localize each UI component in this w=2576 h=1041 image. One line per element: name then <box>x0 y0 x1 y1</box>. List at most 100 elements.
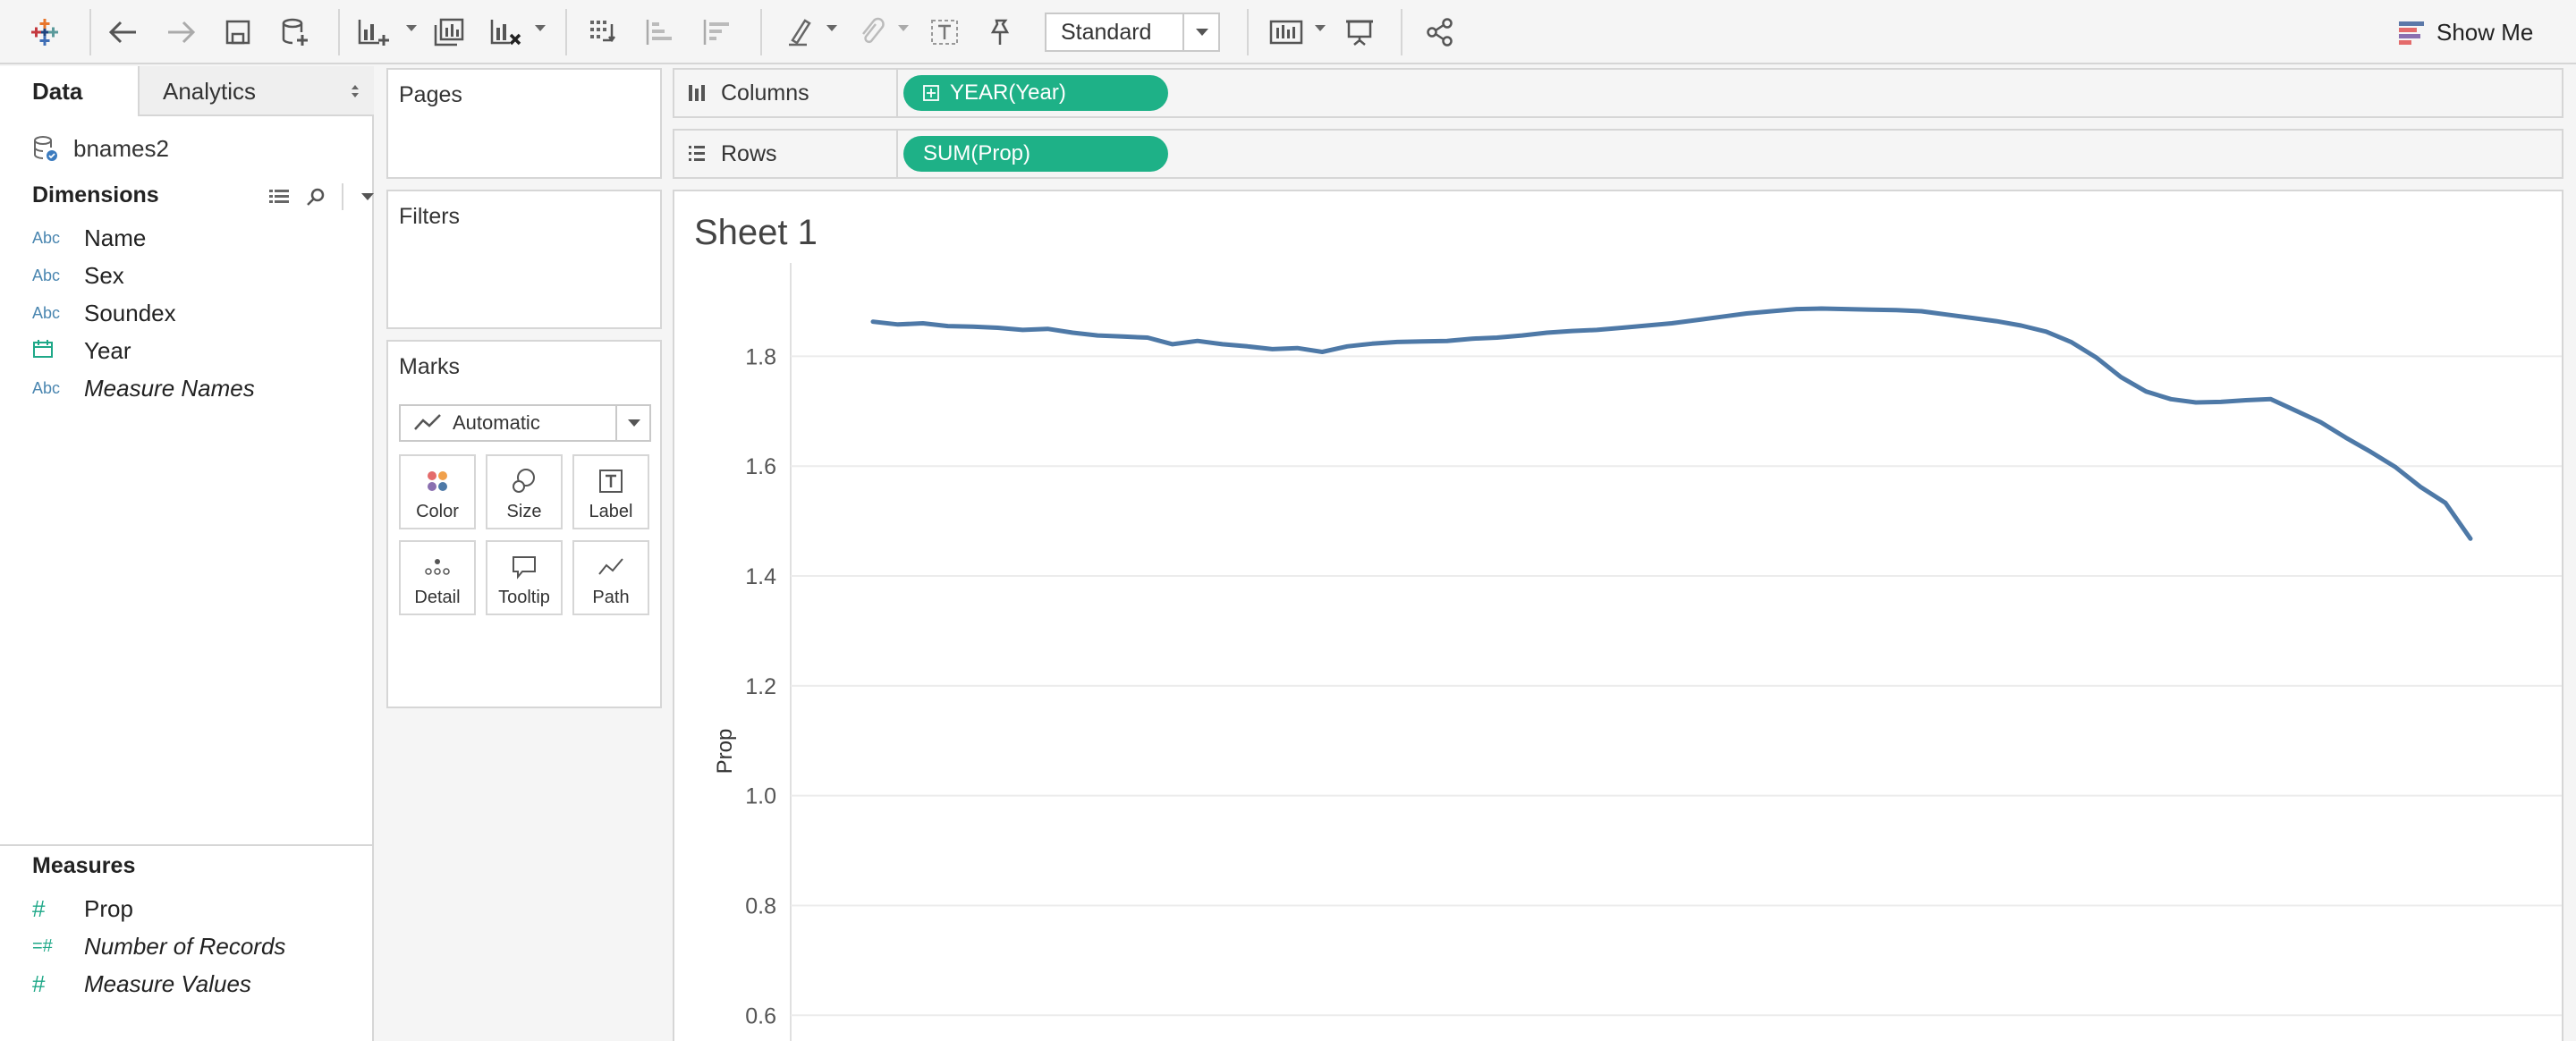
new-data-source-icon[interactable] <box>275 11 315 54</box>
filters-card-title: Filters <box>399 204 461 229</box>
pages-card[interactable]: Pages <box>386 68 662 179</box>
group-dropdown-icon[interactable] <box>898 25 909 31</box>
fix-axes-icon[interactable] <box>980 11 1020 54</box>
columns-pill-year[interactable]: YEAR(Year) <box>903 75 1168 111</box>
marks-path-label: Path <box>592 588 630 607</box>
tools-divider <box>342 183 343 210</box>
calculated-number-icon: =# <box>32 935 53 956</box>
mark-type-value: Automatic <box>453 411 540 434</box>
marks-tooltip-button[interactable]: Tooltip <box>486 540 563 615</box>
marks-label-label: Label <box>589 502 633 521</box>
dimensions-tools <box>268 181 376 213</box>
filters-card[interactable]: Filters <box>386 190 662 329</box>
number-type-icon: # <box>32 894 46 922</box>
columns-shelf-header: Columns <box>674 70 898 116</box>
dimension-field-soundex[interactable]: Abc Soundex <box>32 295 176 331</box>
group-members-icon[interactable] <box>852 11 891 54</box>
field-label: Soundex <box>84 299 176 326</box>
marks-size-label: Size <box>506 502 542 521</box>
y-tick-label: 1.2 <box>745 674 776 699</box>
field-label: Number of Records <box>84 932 286 960</box>
measure-field-prop[interactable]: # Prop <box>32 891 133 927</box>
measure-field-measure-values[interactable]: # Measure Values <box>32 966 251 1002</box>
marks-color-label: Color <box>416 502 459 521</box>
sort-ascending-icon[interactable] <box>640 11 680 54</box>
marks-detail-button[interactable]: Detail <box>399 540 476 615</box>
dimension-field-year[interactable]: Year <box>32 333 131 368</box>
show-cards-dropdown-icon[interactable] <box>1315 25 1326 31</box>
worksheet-view[interactable]: Sheet 1 0.6 0.8 1.0 1.2 1.4 1.6 1.8 Prop <box>673 190 2563 1041</box>
fit-select[interactable]: Standard <box>1045 13 1220 52</box>
string-type-icon: Abc <box>32 303 61 322</box>
measure-field-number-of-records[interactable]: =# Number of Records <box>32 928 285 964</box>
columns-shelf[interactable]: Columns YEAR(Year) <box>673 68 2563 118</box>
datasource-item[interactable]: bnames2 <box>32 129 169 168</box>
path-icon <box>574 551 648 583</box>
calendar-icon <box>32 339 84 363</box>
datasource-name: bnames2 <box>73 134 169 162</box>
redo-icon[interactable] <box>161 11 200 54</box>
highlight-dropdown-icon[interactable] <box>826 25 837 31</box>
new-worksheet-dropdown-icon[interactable] <box>406 25 417 31</box>
search-icon[interactable] <box>306 187 326 207</box>
highlight-icon[interactable] <box>780 11 819 54</box>
y-tick-label: 1.0 <box>745 784 776 809</box>
dimension-field-sex[interactable]: Abc Sex <box>32 258 124 293</box>
dimension-field-measure-names[interactable]: Abc Measure Names <box>32 370 255 406</box>
field-label: Measure Values <box>84 969 251 997</box>
color-icon <box>401 465 474 497</box>
toolbar: Standard Show Me <box>0 0 2576 64</box>
tab-analytics[interactable]: Analytics <box>140 66 374 116</box>
undo-icon[interactable] <box>104 11 143 54</box>
columns-icon <box>689 85 705 101</box>
show-me-label: Show Me <box>2436 18 2534 46</box>
field-label: Measure Names <box>84 374 255 402</box>
marks-tooltip-label: Tooltip <box>498 588 550 607</box>
show-cards-icon[interactable] <box>1267 11 1306 54</box>
presentation-mode-icon[interactable] <box>1340 11 1379 54</box>
duplicate-sheet-icon[interactable] <box>429 11 469 54</box>
number-type-icon: # <box>32 969 46 997</box>
marks-path-button[interactable]: Path <box>572 540 649 615</box>
swap-rows-columns-icon[interactable] <box>583 11 623 54</box>
expand-icon[interactable] <box>923 85 939 101</box>
rows-pill-prop[interactable]: SUM(Prop) <box>903 136 1168 172</box>
tableau-logo-icon[interactable] <box>21 11 68 54</box>
tab-data[interactable]: Data <box>0 66 140 116</box>
show-me-button[interactable]: Show Me <box>2397 13 2533 52</box>
show-mark-labels-icon[interactable] <box>925 11 964 54</box>
mark-type-dropdown-icon[interactable] <box>615 406 649 440</box>
fit-select-value: Standard <box>1061 20 1152 45</box>
marks-size-button[interactable]: Size <box>486 454 563 529</box>
rows-label: Rows <box>721 140 777 166</box>
data-pane: Data Analytics bnames2 Dimensions Abc Na… <box>0 66 374 1041</box>
dimensions-menu-icon[interactable] <box>360 191 376 202</box>
view-data-icon[interactable] <box>268 188 290 206</box>
fit-select-dropdown-icon[interactable] <box>1182 14 1218 50</box>
mark-type-select[interactable]: Automatic <box>399 404 651 442</box>
tab-toggle-icon <box>352 85 359 97</box>
clear-sheet-icon[interactable] <box>487 11 526 54</box>
marks-detail-label: Detail <box>414 588 461 607</box>
field-label: Sex <box>84 261 124 289</box>
line-chart[interactable]: 0.6 0.8 1.0 1.2 1.4 1.6 1.8 Prop <box>674 191 2562 1041</box>
field-label: Prop <box>84 894 133 922</box>
measures-title: Measures <box>32 853 136 878</box>
dimensions-title: Dimensions <box>32 182 159 207</box>
show-me-icon <box>2399 21 2424 45</box>
marks-label-button[interactable]: Label <box>572 454 649 529</box>
rows-pill-label: SUM(Prop) <box>923 141 1031 165</box>
clear-sheet-dropdown-icon[interactable] <box>535 25 546 31</box>
share-icon[interactable] <box>1420 11 1460 54</box>
line-mark-icon <box>414 414 441 430</box>
marks-color-button[interactable]: Color <box>399 454 476 529</box>
new-worksheet-icon[interactable] <box>354 11 394 54</box>
dimension-field-name[interactable]: Abc Name <box>32 220 146 256</box>
pane-tabs: Data Analytics <box>0 66 374 116</box>
save-icon[interactable] <box>218 11 258 54</box>
rows-shelf[interactable]: Rows SUM(Prop) <box>673 129 2563 179</box>
measures-divider <box>0 844 374 846</box>
sort-descending-icon[interactable] <box>698 11 737 54</box>
y-tick-label: 1.6 <box>745 454 776 479</box>
size-icon <box>487 465 561 497</box>
